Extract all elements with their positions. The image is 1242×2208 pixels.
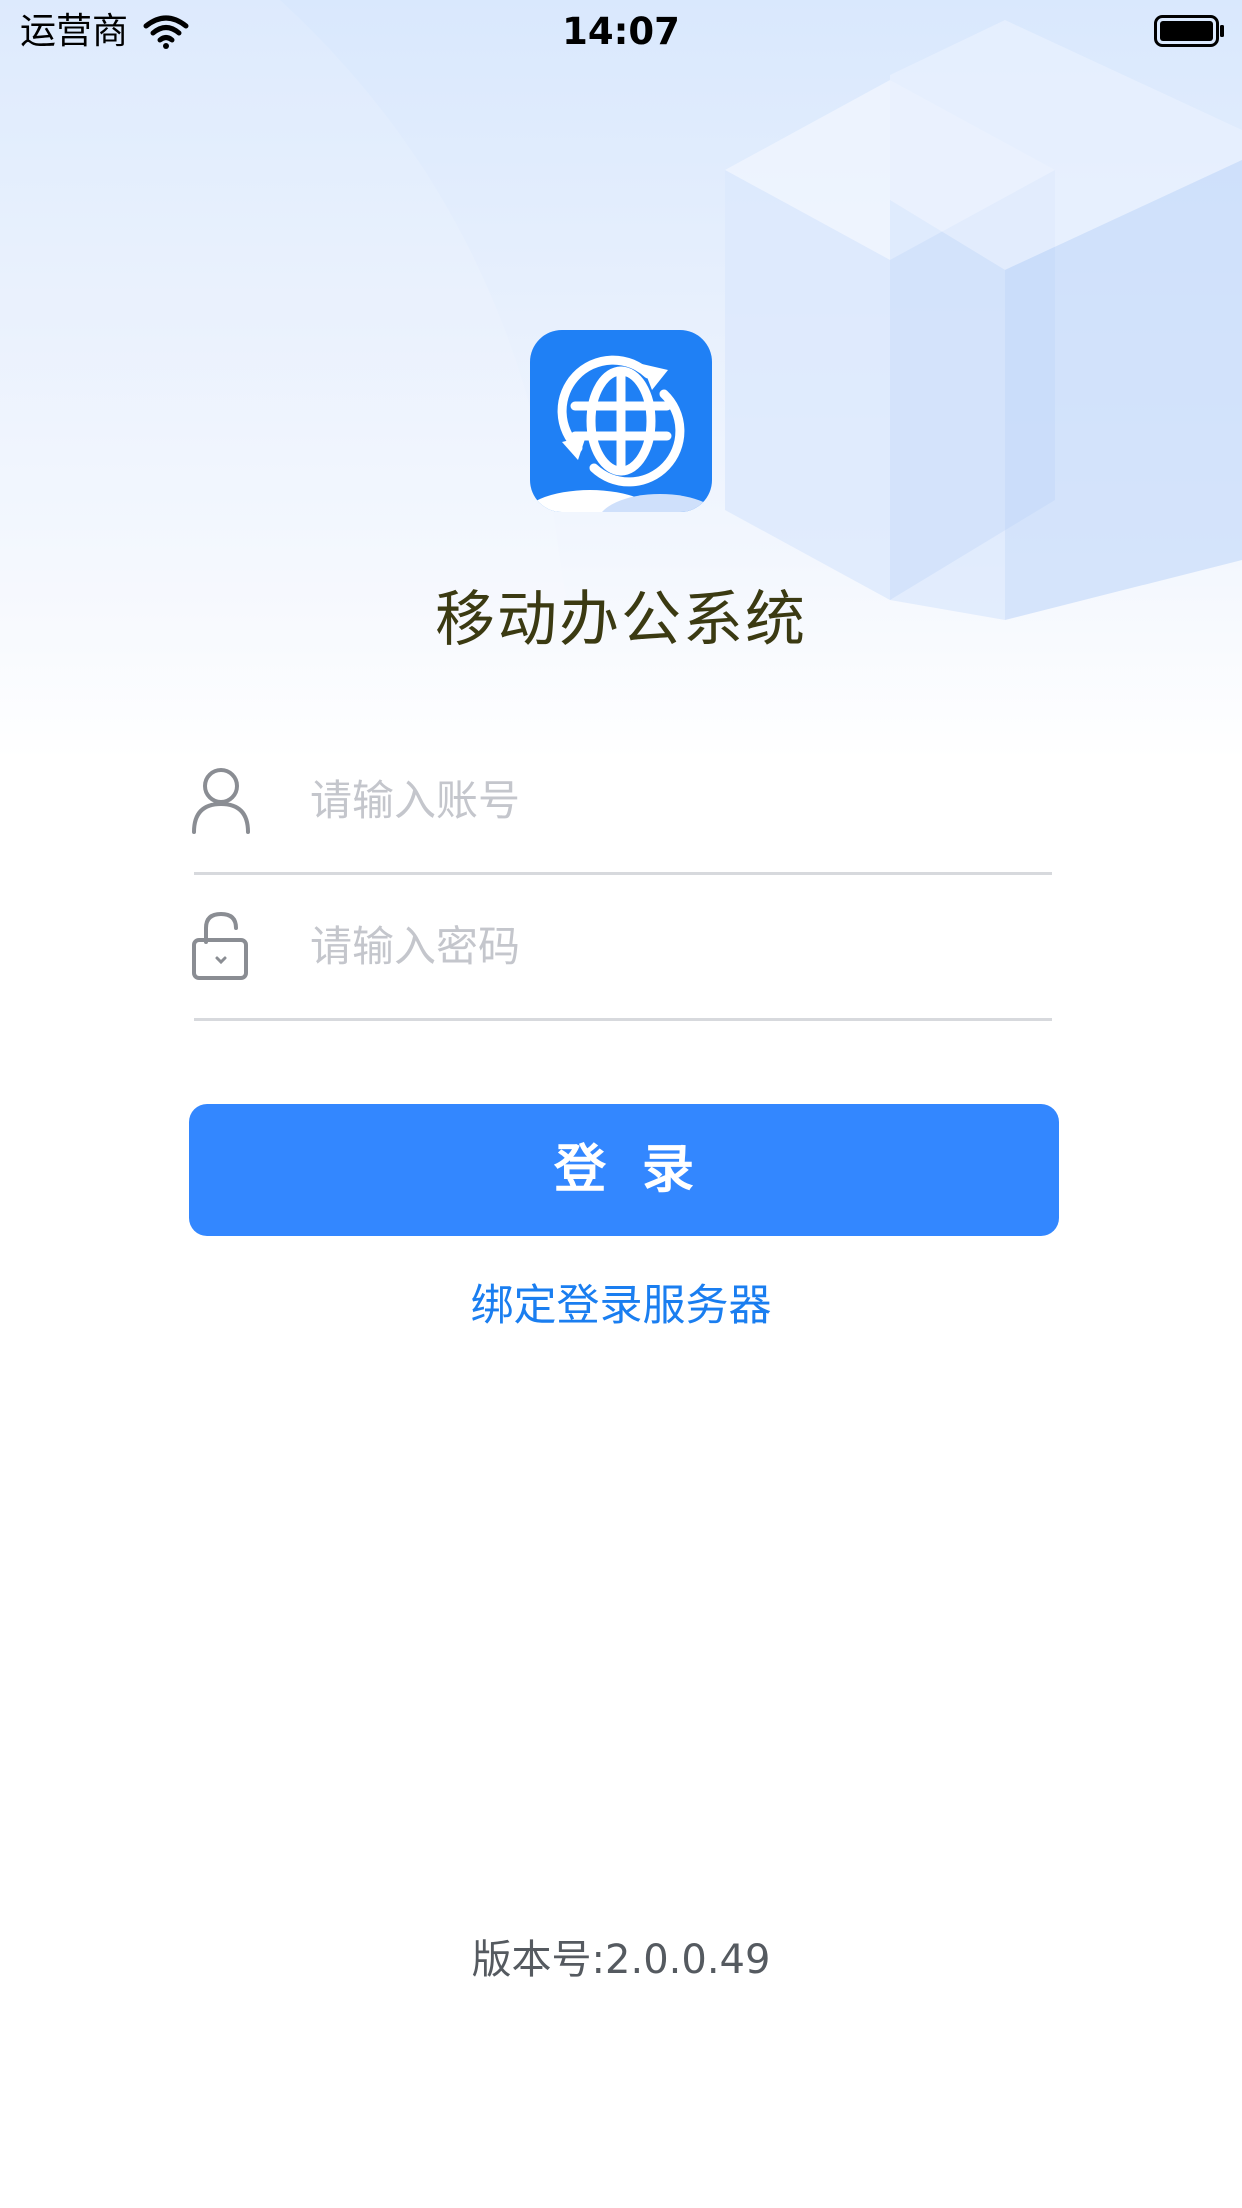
version-label: 版本号:2.0.0.49 xyxy=(471,1937,771,1983)
account-input[interactable] xyxy=(310,760,1030,840)
bind-server-link[interactable]: 绑定登录服务器 xyxy=(0,1276,1242,1336)
login-button[interactable]: 登录 xyxy=(189,1104,1059,1236)
app-title: 移动办公系统 xyxy=(435,585,807,655)
account-underline xyxy=(194,872,1052,875)
password-underline xyxy=(194,1018,1052,1021)
globe-sync-icon xyxy=(530,330,712,512)
password-input[interactable] xyxy=(310,906,1030,986)
user-icon xyxy=(192,768,250,834)
lock-icon xyxy=(192,911,248,980)
account-field[interactable] xyxy=(190,752,1052,875)
password-field[interactable] xyxy=(190,898,1052,1021)
status-time: 14:07 xyxy=(562,10,680,53)
status-bar: 运营商 14:07 xyxy=(0,0,1242,64)
battery-icon xyxy=(1154,15,1224,47)
